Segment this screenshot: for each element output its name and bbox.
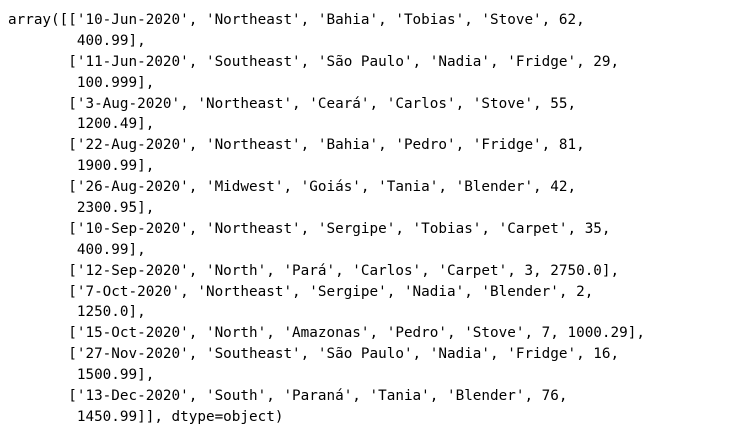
output-line: 1450.99]], dtype=object): [8, 408, 284, 425]
output-line: 1250.0],: [8, 304, 146, 321]
output-line: ['13-Dec-2020', 'South', 'Paraná', 'Tani…: [8, 388, 568, 405]
output-line: ['3-Aug-2020', 'Northeast', 'Ceará', 'Ca…: [8, 95, 577, 112]
output-line: ['7-Oct-2020', 'Northeast', 'Sergipe', '…: [8, 283, 594, 300]
output-line: 1200.49],: [8, 116, 155, 133]
output-line: 2300.95],: [8, 200, 155, 217]
output-line: array([['10-Jun-2020', 'Northeast', 'Bah…: [8, 12, 585, 28]
output-line: ['15-Oct-2020', 'North', 'Amazonas', 'Pe…: [8, 325, 645, 342]
output-line: ['27-Nov-2020', 'Southeast', 'São Paulo'…: [8, 346, 620, 363]
output-line: 100.999],: [8, 74, 155, 91]
output-line: ['10-Sep-2020', 'Northeast', 'Sergipe', …: [8, 220, 611, 237]
output-line: 400.99],: [8, 32, 146, 49]
output-line: 400.99],: [8, 241, 146, 258]
output-line: 1900.99],: [8, 158, 155, 175]
array-output: array([['10-Jun-2020', 'Northeast', 'Bah…: [8, 10, 645, 428]
output-line: ['26-Aug-2020', 'Midwest', 'Goiás', 'Tan…: [8, 179, 577, 196]
output-line: 1500.99],: [8, 367, 155, 384]
output-line: ['12-Sep-2020', 'North', 'Pará', 'Carlos…: [8, 262, 620, 279]
output-line: ['11-Jun-2020', 'Southeast', 'São Paulo'…: [8, 53, 620, 70]
output-line: ['22-Aug-2020', 'Northeast', 'Bahia', 'P…: [8, 137, 585, 154]
